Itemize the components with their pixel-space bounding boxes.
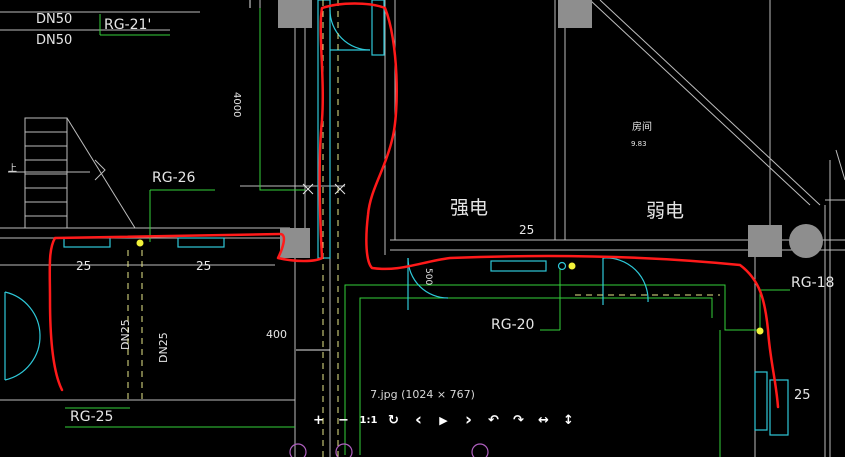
label-dn25-a: DN25: [119, 319, 132, 350]
dim-25-left-b: 25: [196, 259, 212, 273]
previous-button[interactable]: ‹: [408, 409, 429, 431]
dim-500: 500: [423, 268, 433, 286]
label-dn50-a: DN50: [36, 12, 73, 27]
reset-button[interactable]: ↻: [383, 409, 404, 431]
image-caption: 7.jpg (1024 × 767): [370, 388, 475, 401]
label-rg26: RG-26: [152, 170, 196, 186]
rotate-left-button[interactable]: ↶: [483, 409, 504, 431]
label-dn50-b: DN50: [36, 33, 73, 48]
dim-25-left-a: 25: [76, 259, 92, 273]
room-name: 房间: [632, 122, 652, 133]
label-rg18: RG-18: [791, 275, 835, 291]
room-number: 9.83: [631, 140, 647, 148]
flip-horizontal-button[interactable]: ↔: [533, 409, 554, 431]
next-button[interactable]: ›: [458, 409, 479, 431]
flip-vertical-button[interactable]: ↕: [558, 409, 579, 431]
room-weak-power: 弱电: [646, 200, 685, 222]
stair-up-label: 上: [8, 164, 18, 174]
zoom-in-button[interactable]: +: [308, 409, 329, 431]
play-button[interactable]: ▶: [433, 409, 454, 431]
label-rg20: RG-20: [491, 317, 535, 333]
zoom-out-button[interactable]: −: [333, 409, 354, 431]
room-strong-power: 强电: [450, 197, 489, 219]
dim-25-top: 25: [519, 223, 535, 237]
dim-4000: 4000: [231, 92, 242, 118]
label-rg21: RG-21': [104, 17, 152, 33]
viewer-toolbar: + − 1:1 ↻ ‹ ▶ › ↶ ↷ ↔ ↕: [308, 409, 579, 431]
label-rg25: RG-25: [70, 409, 114, 425]
dim-400: 400: [266, 328, 287, 341]
label-dn25-b: DN25: [157, 332, 170, 363]
rotate-right-button[interactable]: ↷: [508, 409, 529, 431]
actual-size-button[interactable]: 1:1: [358, 409, 379, 431]
